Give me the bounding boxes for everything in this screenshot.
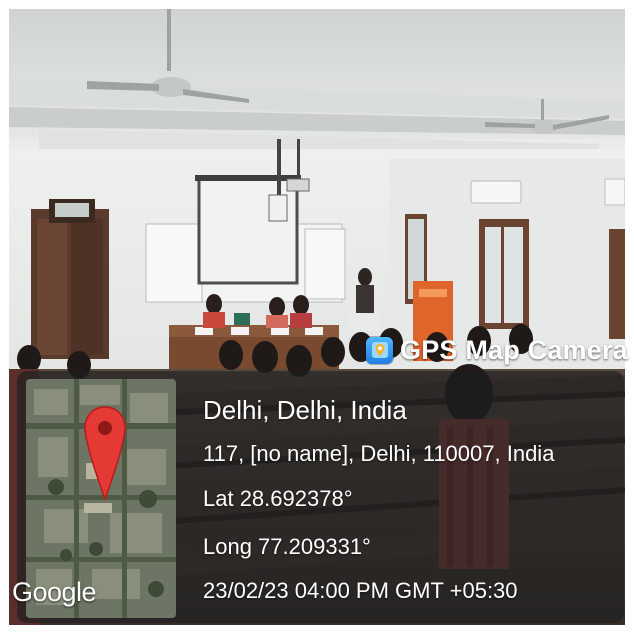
- latitude-line: Lat 28.692378°: [203, 486, 353, 511]
- gps-app-name: GPS Map Camera: [400, 334, 628, 365]
- map-pin-icon: [84, 406, 126, 501]
- address-line: 117, [no name], Delhi, 110007, India: [203, 441, 555, 466]
- gps-app-title-row: GPS Map Camera: [366, 332, 628, 368]
- map-brand-label: Google: [12, 577, 97, 607]
- location-title: Delhi, Delhi, India: [203, 395, 407, 425]
- timestamp-line: 23/02/23 04:00 PM GMT +05:30: [203, 578, 518, 603]
- longitude-line: Long 77.209331°: [203, 534, 371, 559]
- gps-map-camera-logo-icon: [366, 336, 393, 364]
